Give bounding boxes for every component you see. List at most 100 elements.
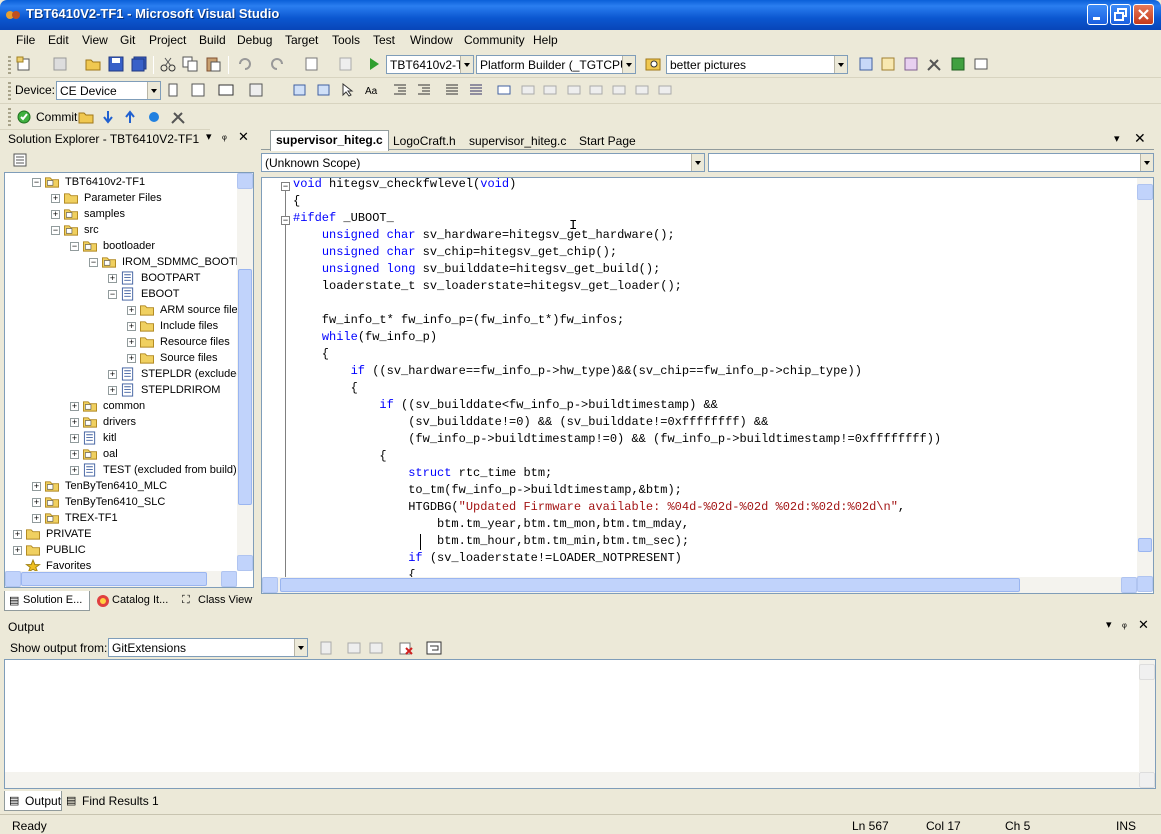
align-centers-icon[interactable]	[316, 82, 332, 98]
scroll-down-icon[interactable]	[237, 555, 253, 571]
expand-icon[interactable]: +	[13, 546, 22, 555]
pointer-icon[interactable]	[340, 82, 356, 98]
scroll-down-icon[interactable]	[1139, 772, 1155, 788]
expand-icon[interactable]: +	[127, 306, 136, 315]
cut-icon[interactable]	[160, 56, 176, 72]
menu-help[interactable]: Help	[533, 33, 558, 47]
scroll-left-icon[interactable]	[5, 571, 21, 587]
expand-icon[interactable]: +	[108, 274, 117, 283]
chevron-down-icon[interactable]	[1140, 154, 1153, 171]
next-message-icon[interactable]	[368, 640, 384, 656]
collapse-icon[interactable]: −	[281, 216, 290, 225]
prev-bookmark-folder-icon[interactable]	[566, 82, 582, 98]
expand-icon[interactable]: +	[70, 402, 79, 411]
code-editor[interactable]: void hitegsv_checkfwlevel(void) {#ifdef _…	[261, 177, 1154, 594]
expand-icon[interactable]: +	[32, 482, 41, 491]
output-vertical-scrollbar[interactable]	[1139, 660, 1155, 788]
solution-explorer-icon[interactable]	[858, 56, 874, 72]
bookmark-icon[interactable]	[496, 82, 512, 98]
expand-icon[interactable]: +	[70, 418, 79, 427]
connect-device-icon[interactable]	[166, 82, 182, 98]
collapse-icon[interactable]: −	[108, 290, 117, 299]
chevron-down-icon[interactable]	[294, 639, 307, 656]
previous-bookmark-icon[interactable]	[520, 82, 536, 98]
outdent-icon[interactable]	[392, 82, 408, 98]
menu-tools[interactable]: Tools	[332, 33, 360, 47]
expand-icon[interactable]: +	[32, 498, 41, 507]
navigate-backward-icon[interactable]	[304, 56, 320, 72]
next-bookmark-doc-icon[interactable]	[634, 82, 650, 98]
collapse-icon[interactable]: −	[70, 242, 79, 251]
close-tab-icon[interactable]: ✕	[1134, 130, 1146, 147]
tab-list-icon[interactable]: ▾	[1114, 132, 1120, 145]
expand-icon[interactable]: +	[127, 322, 136, 331]
close-panel-icon[interactable]: ✕	[238, 129, 249, 145]
expand-icon[interactable]: +	[51, 210, 60, 219]
solution-tree[interactable]: − TBT6410v2-TF1 + Parameter Files + samples − s…	[4, 172, 254, 588]
close-button[interactable]	[1133, 4, 1154, 25]
align-lefts-icon[interactable]	[292, 82, 308, 98]
navigate-forward-icon[interactable]	[338, 56, 354, 72]
commit-button[interactable]: Commit	[36, 110, 77, 124]
clear-all-icon[interactable]	[398, 640, 414, 656]
chevron-down-icon[interactable]	[622, 56, 635, 73]
menu-debug[interactable]: Debug	[237, 33, 272, 47]
editor-horizontal-scrollbar[interactable]	[262, 577, 1137, 593]
solution-config-combo[interactable]: TBT6410v2-TF	[386, 55, 474, 74]
menu-target[interactable]: Target	[285, 33, 318, 47]
platform-combo[interactable]: Platform Builder (_TGTCPU)	[476, 55, 636, 74]
scope-combo[interactable]: (Unknown Scope)	[261, 153, 705, 172]
object-browser-icon[interactable]	[903, 56, 919, 72]
scroll-left-icon[interactable]	[262, 577, 278, 593]
text-icon[interactable]: Aa	[364, 82, 380, 98]
menu-view[interactable]: View	[82, 33, 108, 47]
device-properties-icon[interactable]	[248, 82, 264, 98]
copy-icon[interactable]	[182, 56, 198, 72]
toolbar-grip[interactable]	[8, 82, 11, 100]
menu-test[interactable]: Test	[373, 33, 395, 47]
start-page-icon[interactable]	[950, 56, 966, 72]
uncomment-icon[interactable]	[468, 82, 484, 98]
expand-icon[interactable]: +	[32, 514, 41, 523]
scroll-down-icon[interactable]	[1137, 576, 1153, 592]
scroll-up-icon[interactable]	[1137, 184, 1153, 200]
scroll-right-icon[interactable]	[221, 571, 237, 587]
browse-folder-icon[interactable]	[78, 109, 94, 125]
expand-icon[interactable]: +	[51, 194, 60, 203]
scroll-thumb[interactable]	[1138, 538, 1152, 552]
word-wrap-icon[interactable]	[426, 640, 442, 656]
save-icon[interactable]	[108, 56, 124, 72]
chevron-down-icon[interactable]	[460, 56, 473, 73]
go-to-line-icon[interactable]	[318, 640, 334, 656]
tab-catalog-items[interactable]: Catalog It...	[94, 591, 178, 611]
expand-icon[interactable]: +	[70, 466, 79, 475]
add-project-icon[interactable]	[16, 56, 32, 72]
menu-window[interactable]: Window	[410, 33, 453, 47]
member-combo[interactable]	[708, 153, 1154, 172]
menu-git[interactable]: Git	[120, 33, 135, 47]
find-combo[interactable]: better pictures	[666, 55, 848, 74]
comment-icon[interactable]	[444, 82, 460, 98]
menu-edit[interactable]: Edit	[48, 33, 69, 47]
scroll-thumb[interactable]	[238, 269, 252, 505]
toolbar-grip[interactable]	[8, 108, 11, 126]
maximize-button[interactable]	[1110, 4, 1131, 25]
minimize-button[interactable]	[1087, 4, 1108, 25]
tab-class-view[interactable]: ⛶ Class View	[180, 591, 258, 611]
paste-icon[interactable]	[205, 56, 221, 72]
output-text-area[interactable]	[4, 659, 1156, 789]
tab-solution-explorer[interactable]: ▤ Solution E...	[4, 591, 90, 611]
pull-icon[interactable]	[100, 109, 116, 125]
git-tools-icon[interactable]	[170, 109, 186, 125]
scroll-up-icon[interactable]	[1139, 664, 1155, 680]
git-settings-icon[interactable]	[146, 109, 162, 125]
indent-icon[interactable]	[416, 82, 432, 98]
device-combo[interactable]: CE Device	[56, 81, 161, 100]
menu-community[interactable]: Community	[464, 33, 525, 47]
pin-icon[interactable]: ᵩ	[1122, 618, 1127, 630]
push-icon[interactable]	[122, 109, 138, 125]
undo-icon[interactable]	[236, 56, 252, 72]
menu-project[interactable]: Project	[149, 33, 186, 47]
output-source-combo[interactable]: GitExtensions	[108, 638, 308, 657]
next-bookmark-icon[interactable]	[542, 82, 558, 98]
